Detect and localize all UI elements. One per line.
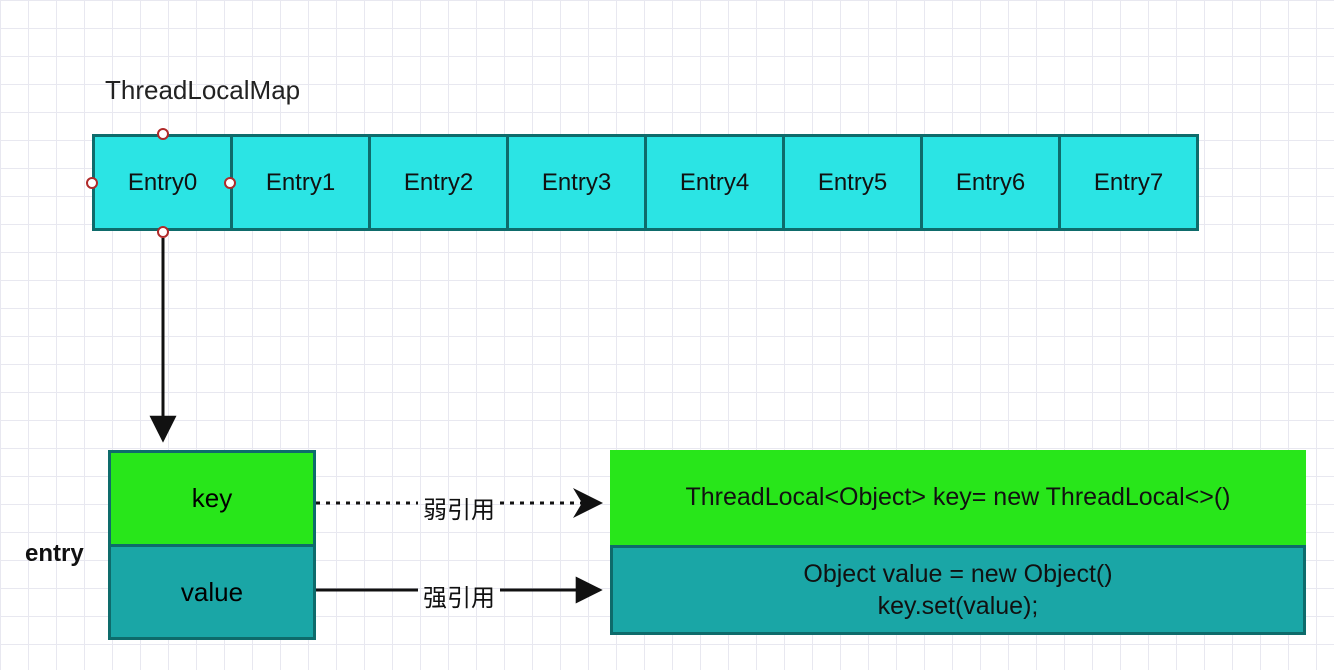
code-box: ThreadLocal<Object> key= new ThreadLocal… (610, 450, 1306, 635)
entry-0: Entry0 (92, 134, 233, 231)
entry-kv-box: key value (108, 450, 316, 640)
entry-1: Entry1 (230, 134, 371, 231)
code-value-line2: key.set(value); (878, 590, 1039, 623)
strong-ref-label: 强引用 (423, 578, 495, 613)
handle-left (86, 177, 98, 189)
code-value-line1: Object value = new Object() (803, 558, 1112, 591)
handle-mid (224, 177, 236, 189)
entries-row: Entry0 Entry1 Entry2 Entry3 Entry4 Entry… (92, 134, 1196, 231)
entry-5: Entry5 (782, 134, 923, 231)
handle-bottom (157, 226, 169, 238)
entry-7: Entry7 (1058, 134, 1199, 231)
code-value-block: Object value = new Object() key.set(valu… (610, 545, 1306, 635)
weak-ref-label: 弱引用 (423, 490, 495, 525)
entry-label: entry (25, 540, 84, 568)
handle-top (157, 128, 169, 140)
entry-3: Entry3 (506, 134, 647, 231)
entry-key: key (111, 453, 313, 547)
entry-2: Entry2 (368, 134, 509, 231)
map-title: ThreadLocalMap (105, 75, 300, 106)
code-key-line: ThreadLocal<Object> key= new ThreadLocal… (610, 450, 1306, 545)
entry-6: Entry6 (920, 134, 1061, 231)
entry-4: Entry4 (644, 134, 785, 231)
entry-value: value (111, 547, 313, 637)
